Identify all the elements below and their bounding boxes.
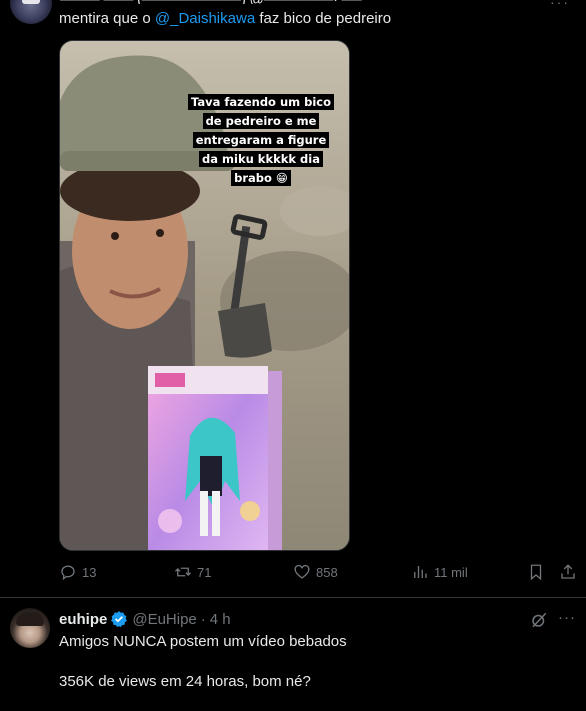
mention-link[interactable]: @_Daishikawa — [155, 10, 255, 27]
tweet-actions-bar: 13 71 858 11 mil — [59, 563, 579, 585]
views-button[interactable]: 11 mil — [411, 563, 468, 581]
tweet-author-row: euhipe @EuHipe · 4 h — [59, 610, 231, 628]
tweet-header-cut: ──── ─── (──────────) @───────· ── — [60, 0, 540, 4]
tweet-text: Amigos NUNCA postem um vídeo bebados 356… — [59, 632, 347, 711]
reply-icon — [61, 565, 75, 581]
separator-dot: · — [200, 610, 206, 628]
repost-count: 71 — [197, 564, 212, 580]
tweet-text-line: 356K de views em 24 horas, bom né? — [59, 673, 311, 690]
reply-count: 13 — [82, 564, 97, 580]
tweet-text: mentira que o @_Daishikawa faz bico de p… — [59, 9, 391, 29]
repost-button[interactable]: 71 — [174, 563, 211, 581]
grok-icon[interactable] — [530, 611, 548, 629]
share-button[interactable] — [559, 563, 577, 581]
author-avatar[interactable] — [10, 608, 50, 648]
repost-icon — [175, 567, 191, 577]
like-icon — [294, 564, 310, 579]
verified-badge-icon — [111, 611, 128, 628]
author-name[interactable]: euhipe — [59, 611, 107, 628]
tweet-media-photo[interactable]: Tava fazendo um bico de pedreiro e me en… — [59, 40, 350, 551]
tweet-divider — [0, 597, 586, 598]
author-avatar[interactable] — [10, 0, 52, 24]
photo-caption: Tava fazendo um bico de pedreiro e me en… — [188, 93, 335, 188]
bookmark-button[interactable] — [527, 563, 545, 581]
more-options-button[interactable]: ··· — [558, 609, 576, 626]
tweet-timestamp[interactable]: 4 h — [210, 611, 231, 628]
share-icon — [561, 564, 575, 579]
bookmark-icon — [530, 564, 542, 581]
tweet-text-after: faz bico de pedreiro — [255, 10, 392, 27]
reply-button[interactable]: 13 — [59, 563, 96, 581]
like-count: 858 — [316, 564, 338, 580]
tweet-text-before: mentira que o — [59, 10, 155, 27]
like-button[interactable]: 858 — [293, 563, 338, 581]
views-count: 11 mil — [434, 564, 468, 580]
views-icon — [414, 566, 427, 578]
more-options-button[interactable]: ··· — [550, 0, 570, 10]
tweet-text-line: Amigos NUNCA postem um vídeo bebados — [59, 633, 347, 650]
author-handle[interactable]: @EuHipe — [132, 611, 196, 628]
